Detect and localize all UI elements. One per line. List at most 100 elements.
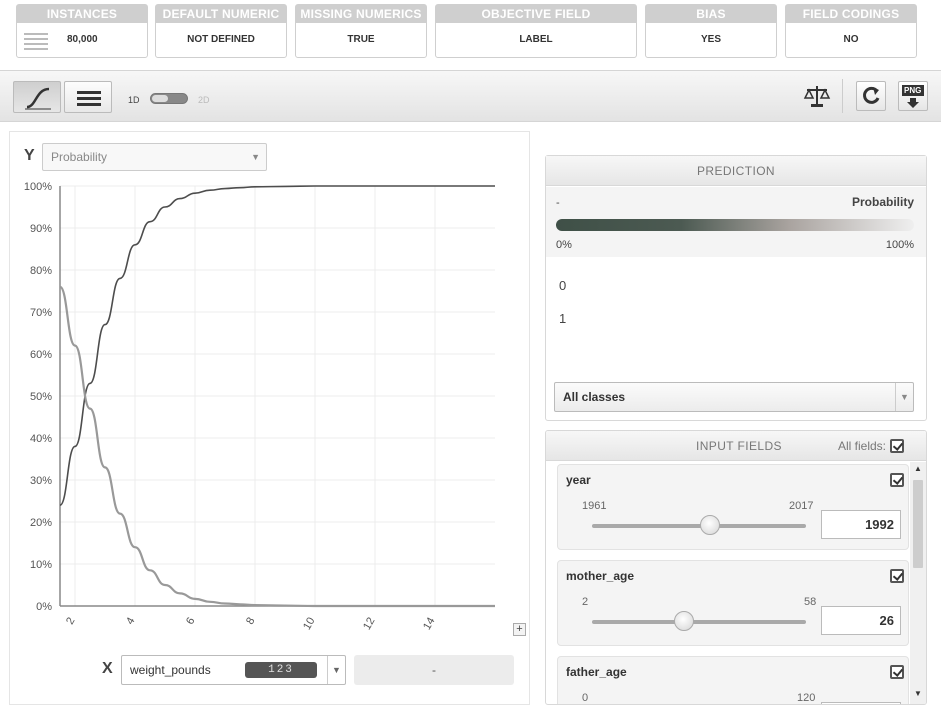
slider-track[interactable] [592, 620, 806, 624]
field-codings-card: FIELD CODINGS NO [785, 4, 917, 58]
field-name: father_age [566, 665, 627, 679]
lines-icon [77, 91, 101, 106]
numeric-type-badge: 123 [245, 662, 317, 678]
field-checkbox[interactable] [890, 665, 904, 679]
toolbar-separator [842, 79, 843, 113]
card-value: LABEL [519, 34, 553, 45]
chevron-down-icon: ▼ [895, 383, 913, 411]
png-export-button[interactable]: PNG [898, 81, 928, 111]
y-tick-label: 60% [30, 349, 52, 361]
y-tick-label: 100% [24, 181, 52, 193]
x-tick-label: 14 [421, 616, 438, 633]
x-tick-label: 2 [64, 616, 77, 627]
field-value-input[interactable]: 26 [821, 606, 901, 635]
scale-max-label: 100% [885, 239, 914, 251]
x-field-select[interactable]: weight_pounds 123 ▼ [121, 655, 346, 685]
y-axis-letter: Y [24, 147, 35, 164]
prediction-metric-label: Probability [851, 195, 914, 209]
slider-thumb[interactable] [674, 611, 695, 631]
field-year: year 1961 2017 1992 [557, 464, 909, 550]
class-select[interactable]: All classes ▼ [554, 382, 914, 412]
refresh-button[interactable] [856, 81, 886, 111]
field-checkbox[interactable] [890, 569, 904, 583]
expand-button[interactable]: + [513, 623, 526, 636]
y-axis-select[interactable]: Probability ▼ [42, 143, 267, 171]
input-fields-title: INPUT FIELDS [696, 439, 782, 453]
all-fields-label: All fields: [837, 439, 886, 453]
x-tick-label: 12 [361, 616, 378, 633]
card-value: YES [700, 34, 721, 45]
y-tick-label: 10% [30, 559, 52, 571]
slider-min: 0 [582, 692, 589, 704]
x-tick-label: 6 [184, 616, 197, 627]
scale-min-label: 0% [556, 239, 572, 251]
y-tick-label: 80% [30, 265, 52, 277]
x-value-input[interactable]: - [354, 655, 514, 685]
chevron-down-icon: ▼ [251, 152, 260, 162]
prediction-header: PREDICTION [546, 156, 926, 186]
slider-max: 58 [804, 596, 817, 608]
scroll-up-icon[interactable]: ▲ [914, 464, 922, 473]
summary-bar: INSTANCES 80,000 DEFAULT NUMERIC NOT DEF… [0, 0, 941, 70]
field-value-input[interactable]: 1992 [821, 510, 901, 539]
slider-min: 2 [582, 596, 589, 608]
dimension-toggle[interactable] [150, 93, 188, 104]
mode-2d-label: 2D [198, 95, 210, 105]
slider-max: 2017 [789, 500, 814, 512]
y-tick-label: 30% [30, 475, 52, 487]
field-father-age: father_age 0 120 [557, 656, 909, 704]
card-header: INSTANCES [17, 5, 147, 23]
scrollbar-thumb[interactable] [913, 480, 923, 568]
class-select-value: All classes [563, 390, 626, 404]
class-label: 1 [559, 311, 567, 326]
prediction-scale: - Probability 0% 100% [546, 187, 926, 257]
slider-thumb[interactable] [699, 515, 720, 535]
card-header: BIAS [646, 5, 776, 23]
table-view-button[interactable] [64, 81, 112, 113]
list-icon [24, 33, 48, 50]
x-axis-letter: X [102, 660, 113, 677]
field-checkbox[interactable] [890, 473, 904, 487]
bias-card: BIAS YES [645, 4, 777, 58]
input-fields-scrollbar[interactable]: ▲ ▼ [910, 462, 926, 704]
y-tick-label: 50% [30, 391, 52, 403]
y-tick-label: 0% [36, 601, 52, 613]
balance-button[interactable] [802, 81, 832, 111]
input-fields-header: INPUT FIELDS All fields: [546, 431, 926, 461]
toolbar: 1D 2D PNG [0, 70, 941, 122]
instances-card: INSTANCES 80,000 [16, 4, 148, 58]
input-fields-panel: INPUT FIELDS All fields: year 1961 2017 … [545, 430, 927, 705]
balance-scale-icon [803, 86, 831, 107]
x-tick-label: 10 [301, 616, 318, 633]
y-tick-label: 40% [30, 433, 52, 445]
y-tick-label: 70% [30, 307, 52, 319]
curve-view-button[interactable] [13, 81, 61, 113]
missing-numerics-card: MISSING NUMERICS TRUE [295, 4, 427, 58]
toggle-knob[interactable] [152, 95, 168, 102]
prediction-panel: PREDICTION - Probability 0% 100% 0 1 All… [545, 155, 927, 421]
field-value-input[interactable] [821, 702, 901, 704]
curve-icon [25, 87, 51, 110]
card-value: TRUE [347, 34, 375, 45]
field-name: mother_age [566, 569, 635, 583]
y-axis-select-value: Probability [51, 150, 108, 164]
default-numeric-card: DEFAULT NUMERIC NOT DEFINED [155, 4, 287, 58]
series-line-1 [58, 285, 495, 608]
chevron-down-icon: ▼ [327, 656, 345, 684]
card-value: NOT DEFINED [187, 34, 255, 45]
png-label: PNG [904, 86, 922, 95]
y-tick-label: 20% [30, 517, 52, 529]
field-mother-age: mother_age 2 58 26 [557, 560, 909, 646]
prediction-left-label: - [556, 197, 560, 209]
probability-gradient-bar [556, 219, 914, 231]
all-fields-checkbox[interactable] [890, 439, 904, 453]
card-header: MISSING NUMERICS [296, 5, 426, 23]
x-tick-label: 8 [244, 616, 257, 627]
card-header: DEFAULT NUMERIC [156, 5, 286, 23]
slider-max: 120 [797, 692, 816, 704]
y-tick-label: 90% [30, 223, 52, 235]
refresh-icon [863, 86, 880, 104]
x-field-name: weight_pounds [130, 663, 211, 677]
card-header: FIELD CODINGS [786, 5, 916, 23]
scroll-down-icon[interactable]: ▼ [914, 689, 922, 698]
